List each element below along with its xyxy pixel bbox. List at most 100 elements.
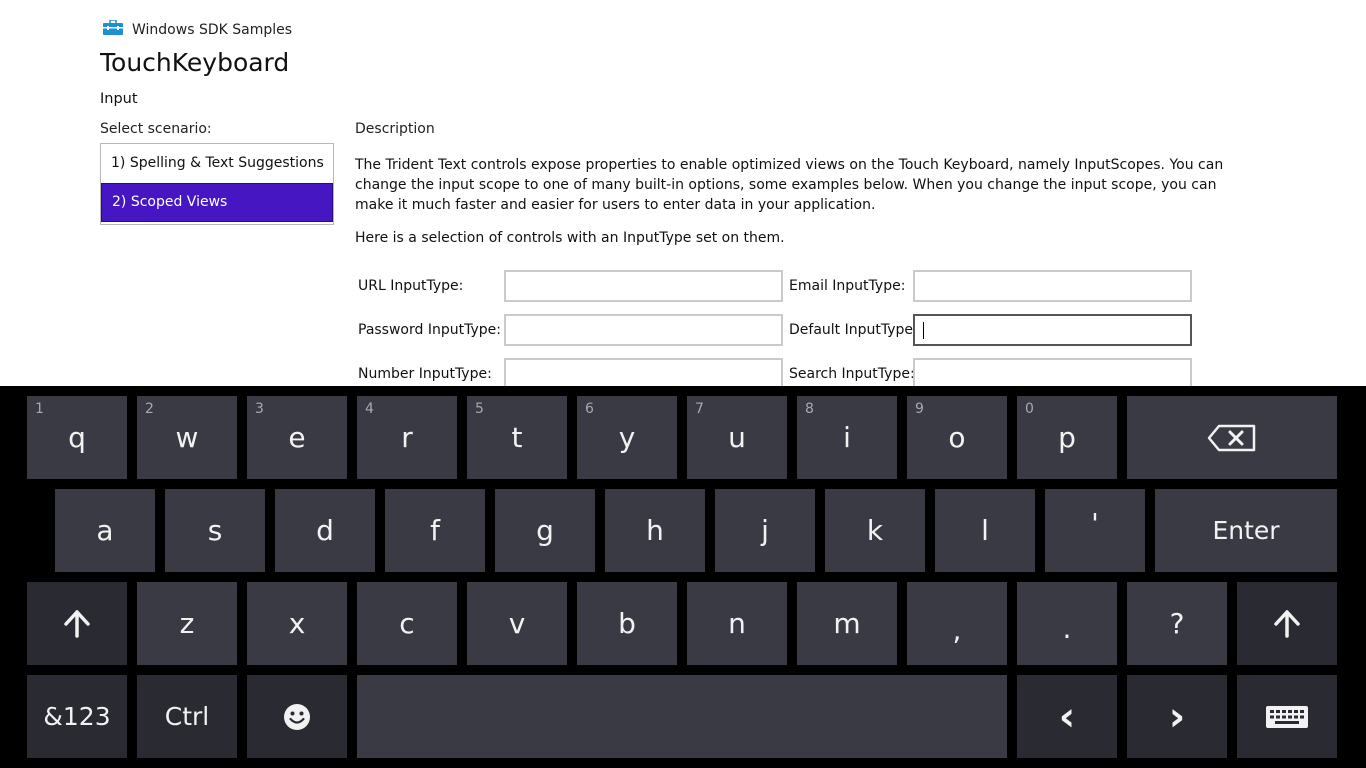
shift-right-key[interactable] xyxy=(1237,582,1337,665)
key-question[interactable]: ? xyxy=(1127,582,1227,665)
shift-left-key[interactable] xyxy=(27,582,127,665)
key-d[interactable]: d xyxy=(275,489,375,572)
ctrl-key[interactable]: Ctrl xyxy=(137,675,237,758)
key-y[interactable]: 6y xyxy=(577,396,677,479)
key-r[interactable]: 4r xyxy=(357,396,457,479)
key-s[interactable]: s xyxy=(165,489,265,572)
key-label: p xyxy=(1058,420,1076,454)
key-apostrophe[interactable]: ' xyxy=(1045,489,1145,572)
keyboard-options-key[interactable] xyxy=(1237,675,1337,758)
key-u[interactable]: 7u xyxy=(687,396,787,479)
key-label: i xyxy=(843,420,851,454)
key-number-hint: 0 xyxy=(1025,401,1034,417)
search-field-label: Search InputType: xyxy=(789,366,915,382)
key-f[interactable]: f xyxy=(385,489,485,572)
key-i[interactable]: 8i xyxy=(797,396,897,479)
key-label: m xyxy=(833,606,861,640)
key-g[interactable]: g xyxy=(495,489,595,572)
touch-keyboard: 1q 2w 3e 4r 5t 6y 7u 8i 9o 0p a s d f g … xyxy=(0,386,1366,768)
sdk-title: Windows SDK Samples xyxy=(132,22,293,38)
key-label: q xyxy=(68,420,86,454)
default-field-label: Default InputType: xyxy=(789,322,918,338)
key-k[interactable]: k xyxy=(825,489,925,572)
key-z[interactable]: z xyxy=(137,582,237,665)
select-scenario-label: Select scenario: xyxy=(100,121,212,137)
key-label: o xyxy=(948,420,966,454)
key-h[interactable]: h xyxy=(605,489,705,572)
key-label: x xyxy=(288,606,306,640)
key-number-hint: 7 xyxy=(695,401,704,417)
key-label: c xyxy=(399,606,415,640)
key-label: k xyxy=(866,513,884,547)
email-input[interactable] xyxy=(913,270,1192,302)
key-o[interactable]: 9o xyxy=(907,396,1007,479)
shift-arrow-icon xyxy=(64,609,90,638)
space-key[interactable] xyxy=(357,675,1007,758)
key-label: h xyxy=(646,513,664,547)
key-a[interactable]: a xyxy=(55,489,155,572)
key-number-hint: 9 xyxy=(915,401,924,417)
keyboard-icon xyxy=(1266,705,1308,728)
email-field-label: Email InputType: xyxy=(789,278,906,294)
key-label: ' xyxy=(1091,506,1099,540)
default-input[interactable] xyxy=(913,314,1192,346)
right-arrow-key[interactable]: › xyxy=(1127,675,1227,758)
key-t[interactable]: 5t xyxy=(467,396,567,479)
number-field-label: Number InputType: xyxy=(358,366,492,382)
key-number-hint: 2 xyxy=(145,401,154,417)
key-label: w xyxy=(175,420,199,454)
key-v[interactable]: v xyxy=(467,582,567,665)
key-number-hint: 4 xyxy=(365,401,374,417)
briefcase-icon xyxy=(103,20,123,35)
key-m[interactable]: m xyxy=(797,582,897,665)
description-text: The Trident Text controls expose propert… xyxy=(355,157,1224,213)
key-label: ? xyxy=(1169,606,1185,640)
key-comma[interactable]: , xyxy=(907,582,1007,665)
key-number-hint: 3 xyxy=(255,401,264,417)
key-label: Enter xyxy=(1212,516,1280,545)
right-arrow-icon: › xyxy=(1168,693,1186,740)
key-label: . xyxy=(1062,611,1072,645)
key-label: j xyxy=(761,513,769,547)
key-label: b xyxy=(618,606,636,640)
key-l[interactable]: l xyxy=(935,489,1035,572)
key-label: &123 xyxy=(43,702,111,731)
password-field-label: Password InputType: xyxy=(358,322,501,338)
url-field-label: URL InputType: xyxy=(358,278,464,294)
key-w[interactable]: 2w xyxy=(137,396,237,479)
description-label: Description xyxy=(355,121,435,137)
key-label: a xyxy=(96,513,114,547)
key-number-hint: 5 xyxy=(475,401,484,417)
key-label: r xyxy=(401,420,413,454)
key-label: , xyxy=(952,613,962,647)
key-c[interactable]: c xyxy=(357,582,457,665)
key-q[interactable]: 1q xyxy=(27,396,127,479)
left-arrow-key[interactable]: ‹ xyxy=(1017,675,1117,758)
key-j[interactable]: j xyxy=(715,489,815,572)
key-b[interactable]: b xyxy=(577,582,677,665)
left-arrow-icon: ‹ xyxy=(1058,693,1076,740)
key-number-hint: 1 xyxy=(35,401,44,417)
scenario-list[interactable]: 1) Spelling & Text Suggestions 2) Scoped… xyxy=(100,143,334,225)
symbols-key[interactable]: &123 xyxy=(27,675,127,758)
scenario-item-scoped-views[interactable]: 2) Scoped Views xyxy=(101,183,333,222)
key-x[interactable]: x xyxy=(247,582,347,665)
scenario-item-spelling[interactable]: 1) Spelling & Text Suggestions xyxy=(101,144,333,183)
emoji-key[interactable] xyxy=(247,675,347,758)
key-label: u xyxy=(728,420,746,454)
key-label: d xyxy=(316,513,334,547)
key-p[interactable]: 0p xyxy=(1017,396,1117,479)
enter-key[interactable]: Enter xyxy=(1155,489,1337,572)
key-label: t xyxy=(511,420,523,454)
key-e[interactable]: 3e xyxy=(247,396,347,479)
key-label: n xyxy=(728,606,746,640)
key-label: f xyxy=(430,513,440,547)
url-input[interactable] xyxy=(504,270,783,302)
backspace-key[interactable] xyxy=(1127,396,1337,479)
smiley-icon xyxy=(284,703,310,730)
key-period[interactable]: . xyxy=(1017,582,1117,665)
key-n[interactable]: n xyxy=(687,582,787,665)
backspace-icon xyxy=(1207,424,1256,451)
password-input[interactable] xyxy=(504,314,783,346)
key-label: z xyxy=(179,606,195,640)
